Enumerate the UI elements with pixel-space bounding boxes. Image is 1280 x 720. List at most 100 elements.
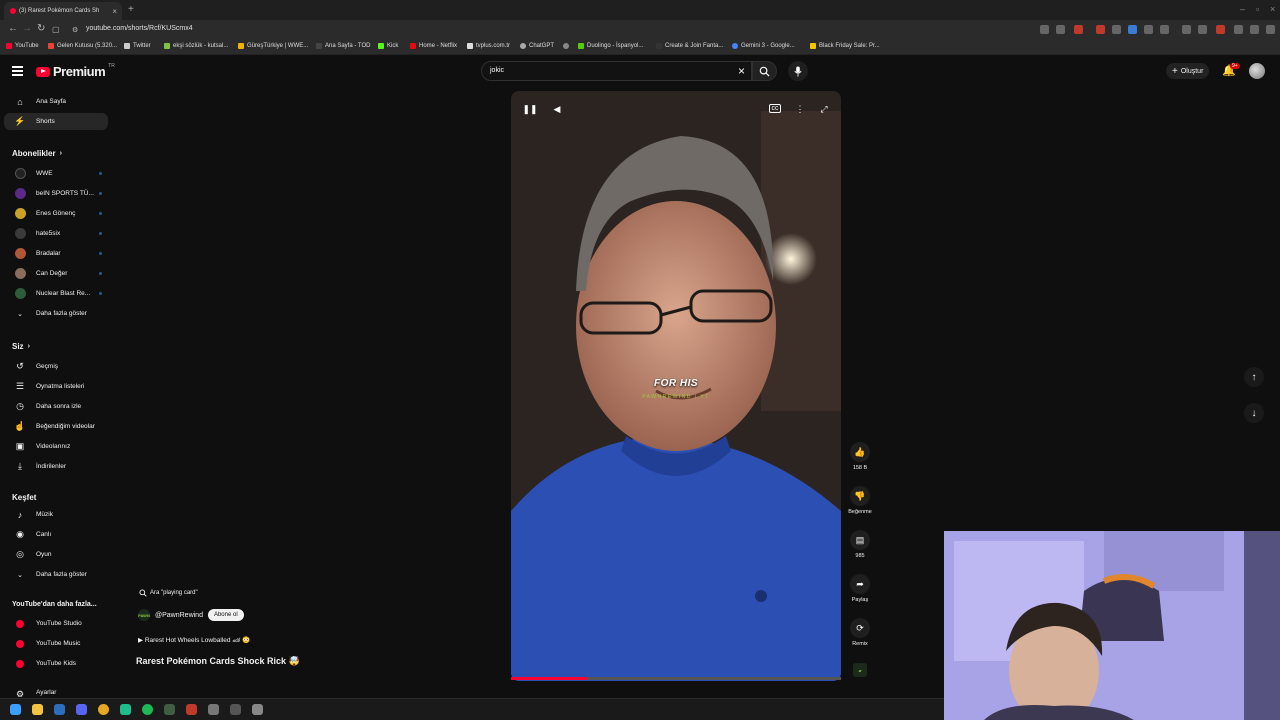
channel-avatar[interactable]: PAWN [138, 609, 150, 621]
fullscreen-icon[interactable]: ⤢ [817, 102, 831, 116]
spotify-icon[interactable] [142, 704, 153, 715]
bookmark[interactable]: Twitter [124, 43, 151, 49]
youtube-logo[interactable]: Premium TR [36, 63, 115, 79]
bookmark[interactable]: Duolingo - İspanyol... [578, 43, 643, 49]
sidebar-channel[interactable]: Enes Gönenç [4, 205, 108, 222]
extension-icon[interactable] [1182, 25, 1191, 34]
sidebar-item-yt-studio[interactable]: YouTube Studio [4, 615, 108, 632]
you-heading[interactable]: Siz › [12, 342, 30, 351]
sidebar-channel[interactable]: Bradalar [4, 245, 108, 262]
comment-icon[interactable]: ▤ [850, 530, 870, 550]
search-button[interactable] [752, 61, 777, 81]
new-tab-icon[interactable]: + [128, 4, 134, 15]
taskbar-app-icon[interactable] [230, 704, 241, 715]
subscriptions-heading[interactable]: Abonelikler › [12, 149, 62, 158]
bookmark[interactable]: Gelen Kutusu (5.320... [48, 43, 117, 49]
bookmark[interactable] [563, 43, 569, 49]
bookmark[interactable]: ChatGPT [520, 43, 554, 49]
file-explorer-icon[interactable] [32, 704, 43, 715]
sidebar-item-home[interactable]: ⌂ Ana Sayfa [4, 93, 108, 110]
sidebar-item-yt-music[interactable]: YouTube Music [4, 635, 108, 652]
browser-tab[interactable]: (3) Rarest Pokémon Cards Sh × [4, 2, 122, 20]
subscribe-button[interactable]: Abone ol [207, 609, 244, 621]
dislike-icon[interactable]: 👎 [850, 486, 870, 506]
clear-search-icon[interactable]: × [738, 64, 745, 78]
browser-menu-icon[interactable] [1266, 25, 1275, 34]
minimize-icon[interactable]: – [1240, 4, 1245, 14]
sidebar-channel[interactable]: beIN SPORTS TÜ... [4, 185, 108, 202]
settings-icon[interactable] [252, 704, 263, 715]
menu-icon[interactable] [12, 66, 23, 76]
extension-icon[interactable] [1056, 25, 1065, 34]
sidebar-show-more[interactable]: ⌄ Daha fazla göster [4, 305, 108, 322]
sidebar-item-your-videos[interactable]: ▣ Videolarınız [4, 438, 108, 455]
remix-action[interactable]: ⟳ Remix [845, 618, 875, 647]
sound-icon[interactable]: ▰ [853, 663, 867, 677]
dislike-action[interactable]: 👎 Beğenme [845, 486, 875, 515]
sound-thumbnail[interactable]: ▰ [845, 663, 875, 677]
forward-icon[interactable]: → [22, 23, 32, 34]
extension-icon[interactable] [1234, 25, 1243, 34]
sidebar-show-more[interactable]: ⌄ Daha fazla göster [4, 566, 108, 583]
taskbar-app-icon[interactable] [186, 704, 197, 715]
discord-icon[interactable] [76, 704, 87, 715]
voice-search-button[interactable] [788, 61, 808, 81]
sidebar-item-yt-kids[interactable]: YouTube Kids [4, 655, 108, 672]
bookmark[interactable]: ekşi sözlük - kutsal... [164, 43, 228, 49]
captions-icon[interactable]: cc [769, 104, 781, 113]
sidebar-item-history[interactable]: ↺ Geçmiş [4, 358, 108, 375]
bookmark[interactable]: Create & Join Fanta... [656, 43, 723, 49]
search-input[interactable]: jokic × [481, 61, 752, 81]
bookmark[interactable]: Black Friday Sale: Pr... [810, 43, 880, 49]
sidebar-channel[interactable]: Can Değer [4, 265, 108, 282]
channel-name[interactable]: @PawnRewind [155, 612, 203, 619]
sidebar-item-downloads[interactable]: ⤓ İndirilenler [4, 458, 108, 475]
sidebar-item-liked-videos[interactable]: ☝ Beğendiğim videolar [4, 418, 108, 435]
share-action[interactable]: ➦ Paylaş [845, 574, 875, 603]
share-icon[interactable]: ➦ [850, 574, 870, 594]
comment-action[interactable]: ▤ 985 [845, 530, 875, 559]
sidebar-channel[interactable]: Nuclear Blast Re... [4, 285, 108, 302]
bookmark[interactable]: YouTube [6, 43, 39, 49]
next-short-button[interactable]: ↓ [1244, 403, 1264, 423]
taskbar-app-icon[interactable] [120, 704, 131, 715]
sidebar-channel[interactable]: hate5six [4, 225, 108, 242]
extension-icon[interactable] [1096, 25, 1105, 34]
search-query[interactable]: jokic [490, 67, 504, 74]
taskbar-app-icon[interactable] [54, 704, 65, 715]
extension-icon[interactable] [1128, 25, 1137, 34]
sidebar-item-live[interactable]: ◉ Canlı [4, 526, 108, 543]
bookmark[interactable]: Ana Sayfa - TOD [316, 43, 370, 49]
extension-icon[interactable] [1198, 25, 1207, 34]
bookmark[interactable]: GüreşTürkiye | WWE... [238, 43, 308, 49]
extension-icon[interactable] [1040, 25, 1049, 34]
sidebar-item-settings[interactable]: ⚙ Ayarlar [4, 689, 108, 697]
window-close-icon[interactable]: × [1270, 4, 1275, 14]
windows-start-icon[interactable] [10, 704, 21, 715]
tab-close-icon[interactable]: × [112, 7, 117, 16]
pause-icon[interactable]: ❚❚ [522, 102, 537, 116]
extension-icon[interactable] [1144, 25, 1153, 34]
taskbar-app-icon[interactable] [164, 704, 175, 715]
search-suggestion-chip[interactable]: Ara "playing card" [139, 587, 198, 599]
sidebar-channel[interactable]: WWE [4, 165, 108, 182]
sidebar-item-watch-later[interactable]: ◷ Daha sonra izle [4, 398, 108, 415]
create-button[interactable]: + Oluştur [1166, 63, 1210, 79]
previous-short-button[interactable]: ↑ [1244, 367, 1264, 387]
home-browser-icon[interactable]: ▢ [52, 25, 60, 34]
volume-icon[interactable]: ◀ [550, 102, 564, 116]
extension-icon[interactable] [1112, 25, 1121, 34]
more-options-icon[interactable]: ⋮ [793, 102, 807, 116]
url-field[interactable]: youtube.com/shorts/Rcf/KUScmx4 [86, 25, 193, 32]
taskbar-app-icon[interactable] [208, 704, 219, 715]
sidebar-item-shorts[interactable]: ⚡ Shorts [4, 113, 108, 130]
like-action[interactable]: 👍 158 B [845, 442, 875, 471]
related-video-link[interactable]: ▶ Rarest Hot Wheels Lowballed 🏎 😳 [138, 636, 250, 644]
like-icon[interactable]: 👍 [850, 442, 870, 462]
maximize-icon[interactable]: ▫ [1256, 4, 1259, 14]
site-info-icon[interactable]: ⚙ [72, 26, 78, 34]
sidebar-item-gaming[interactable]: ◎ Oyun [4, 546, 108, 563]
bookmark[interactable]: Gemini 3 - Google... [732, 43, 795, 49]
sidebar-item-music[interactable]: ♪ Müzik [4, 506, 108, 523]
sidebar-item-playlists[interactable]: ☰ Oynatma listeleri [4, 378, 108, 395]
